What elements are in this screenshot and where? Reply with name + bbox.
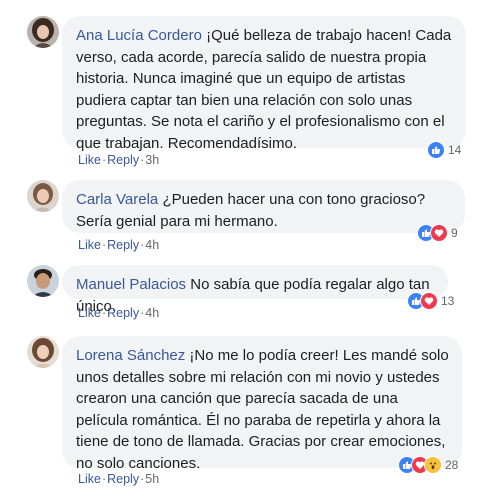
- like-link[interactable]: Like: [78, 238, 101, 252]
- comment-actions: Like·Reply·4h: [78, 306, 159, 320]
- separator: ·: [101, 153, 107, 167]
- reply-link[interactable]: Reply: [107, 472, 139, 486]
- comment-text: ¡Qué belleza de trabajo hacen! Cada vers…: [76, 27, 452, 152]
- comment-actions: Like·Reply·5h: [78, 472, 159, 486]
- like-link[interactable]: Like: [78, 472, 101, 486]
- author-name[interactable]: Ana Lucía Cordero: [76, 27, 202, 44]
- separator: ·: [140, 472, 145, 486]
- love-icon: [420, 292, 438, 310]
- separator: ·: [140, 153, 145, 167]
- avatar[interactable]: [27, 16, 59, 48]
- author-name[interactable]: Lorena Sánchez: [76, 347, 185, 364]
- reply-link[interactable]: Reply: [107, 306, 139, 320]
- reactions-summary[interactable]: 28: [398, 455, 458, 475]
- reaction-count: 13: [441, 294, 455, 308]
- comment-bubble: Ana Lucía Cordero ¡Qué belleza de trabaj…: [62, 16, 466, 152]
- like-link[interactable]: Like: [78, 153, 101, 167]
- comment-actions: Like·Reply·4h: [78, 238, 159, 252]
- author-name[interactable]: Manuel Palacios: [76, 276, 186, 293]
- separator: ·: [140, 238, 145, 252]
- love-icon: [430, 224, 448, 242]
- reply-link[interactable]: Reply: [107, 238, 139, 252]
- timestamp[interactable]: 4h: [145, 238, 159, 252]
- separator: ·: [101, 238, 107, 252]
- avatar[interactable]: [27, 336, 59, 368]
- reactions-summary[interactable]: 9: [417, 223, 458, 243]
- timestamp[interactable]: 3h: [145, 153, 159, 167]
- wow-icon: [424, 456, 442, 474]
- like-icon: [427, 141, 445, 159]
- separator: ·: [101, 306, 107, 320]
- timestamp[interactable]: 5h: [145, 472, 159, 486]
- comment-text: ¡No me lo podía creer! Les mandé solo un…: [76, 347, 449, 472]
- comment-bubble: Lorena Sánchez ¡No me lo podía creer! Le…: [62, 336, 462, 472]
- timestamp[interactable]: 4h: [145, 306, 159, 320]
- like-link[interactable]: Like: [78, 306, 101, 320]
- reaction-count: 28: [445, 458, 459, 472]
- separator: ·: [101, 472, 107, 486]
- reply-link[interactable]: Reply: [107, 153, 139, 167]
- avatar[interactable]: [27, 180, 59, 212]
- comment-bubble: Manuel Palacios No sabía que podía regal…: [62, 265, 448, 315]
- avatar[interactable]: [27, 265, 59, 297]
- comment-actions: Like·Reply·3h: [78, 153, 159, 167]
- reactions-summary[interactable]: 14: [427, 140, 461, 160]
- reaction-count: 14: [448, 143, 462, 157]
- separator: ·: [140, 306, 145, 320]
- reactions-summary[interactable]: 13: [407, 291, 454, 311]
- author-name[interactable]: Carla Varela: [76, 191, 158, 208]
- comment-bubble: Carla Varela ¿Pueden hacer una con tono …: [62, 180, 465, 233]
- reaction-count: 9: [451, 226, 458, 240]
